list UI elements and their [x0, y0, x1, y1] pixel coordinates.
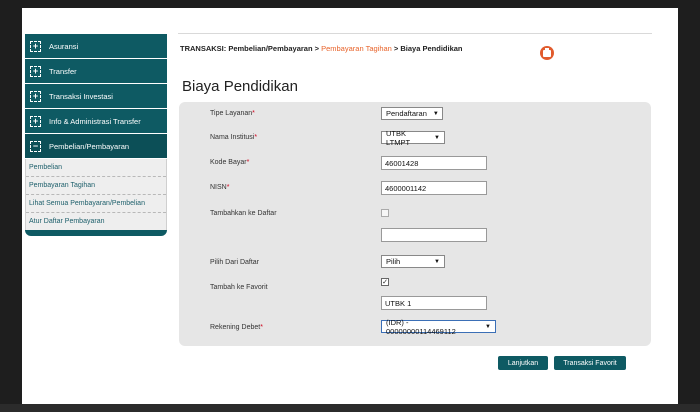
expand-icon: + [30, 115, 41, 127]
label-pilih-dari-daftar: Pilih Dari Daftar [210, 259, 260, 266]
sidebar-item-asuransi[interactable]: + Asuransi [25, 34, 167, 59]
tambahkan-ke-daftar-checkbox[interactable] [381, 209, 389, 217]
sidebar-item-pembelian-pembayaran[interactable]: − Pembelian/Pembayaran [25, 134, 167, 159]
sidebar-item-label: Asuransi [49, 41, 79, 51]
rekening-debet-select[interactable]: (IDR) - 00000000114469112 ▼ [381, 318, 496, 336]
label-kode-bayar: Kode Bayar* [210, 159, 250, 166]
sidebar-item-label: Pembelian/Pembayaran [49, 141, 130, 151]
chevron-down-icon: ▼ [432, 110, 439, 117]
kode-bayar-input[interactable]: 46001428 [381, 156, 487, 170]
sidebar-item-transfer[interactable]: + Transfer [25, 59, 167, 84]
label-rekening-debet: Rekening Debet* [210, 324, 263, 331]
breadcrumb-current: > Biaya Pendidikan [391, 44, 463, 53]
pilih-dari-daftar-select[interactable]: Pilih ▼ [381, 255, 445, 268]
daftar-name-input[interactable] [381, 228, 487, 242]
transaksi-favorit-button[interactable]: Transaksi Favorit [554, 356, 626, 370]
header-divider [178, 33, 652, 34]
breadcrumb-prefix: TRANSAKSI: Pembelian/Pembayaran > [180, 44, 322, 53]
submenu: Pembelian Pembayaran Tagihan Lihat Semua… [25, 159, 167, 230]
nisn-input[interactable]: 4600001142 [381, 181, 487, 195]
sidebar-item-label: Info & Administrasi Transfer [49, 116, 141, 126]
print-icon[interactable] [540, 46, 554, 60]
window-bottom-bar [0, 404, 700, 412]
breadcrumb: TRANSAKSI: Pembelian/Pembayaran > Pembay… [180, 44, 463, 53]
chevron-down-icon: ▼ [434, 134, 440, 141]
expand-icon: + [30, 40, 41, 52]
label-tambahkan-ke-daftar: Tambahkan ke Daftar [210, 210, 277, 217]
submenu-item-atur-daftar[interactable]: Atur Daftar Pembayaran [26, 213, 166, 230]
sidebar-item-transaksi-investasi[interactable]: + Transaksi Investasi [25, 84, 167, 109]
sidebar: + Asuransi + Transfer + Transaksi Invest… [25, 34, 167, 236]
label-nisn: NISN* [210, 184, 230, 191]
sidebar-footer [25, 230, 167, 236]
nama-institusi-select[interactable]: UTBK LTMPT ▼ [381, 129, 445, 147]
sidebar-item-info-administrasi-transfer[interactable]: + Info & Administrasi Transfer [25, 109, 167, 134]
expand-icon: + [30, 90, 41, 102]
sidebar-item-label: Transfer [49, 66, 77, 76]
label-tambah-ke-favorit: Tambah ke Favorit [210, 284, 268, 291]
expand-icon: + [30, 65, 41, 77]
chevron-down-icon: ▼ [485, 323, 491, 330]
sidebar-item-label: Transaksi Investasi [49, 91, 113, 101]
label-tipe-layanan: Tipe Layanan* [210, 110, 255, 117]
favorit-name-input[interactable]: UTBK 1 [381, 296, 487, 310]
collapse-icon: − [30, 140, 41, 152]
submenu-item-lihat-semua[interactable]: Lihat Semua Pembayaran/Pembelian [26, 195, 166, 213]
label-nama-institusi: Nama Institusi* [210, 134, 258, 141]
breadcrumb-link-pembayaran-tagihan[interactable]: Pembayaran Tagihan [321, 44, 392, 53]
tambah-ke-favorit-checkbox[interactable]: ✓ [381, 278, 389, 286]
page-title: Biaya Pendidikan [182, 78, 298, 95]
submenu-item-pembayaran-tagihan[interactable]: Pembayaran Tagihan [26, 177, 166, 195]
lanjutkan-button[interactable]: Lanjutkan [498, 356, 548, 370]
submenu-item-pembelian[interactable]: Pembelian [26, 159, 166, 177]
chevron-down-icon: ▼ [434, 258, 440, 265]
tipe-layanan-select[interactable]: Pendaftaran ▼ [381, 107, 443, 120]
